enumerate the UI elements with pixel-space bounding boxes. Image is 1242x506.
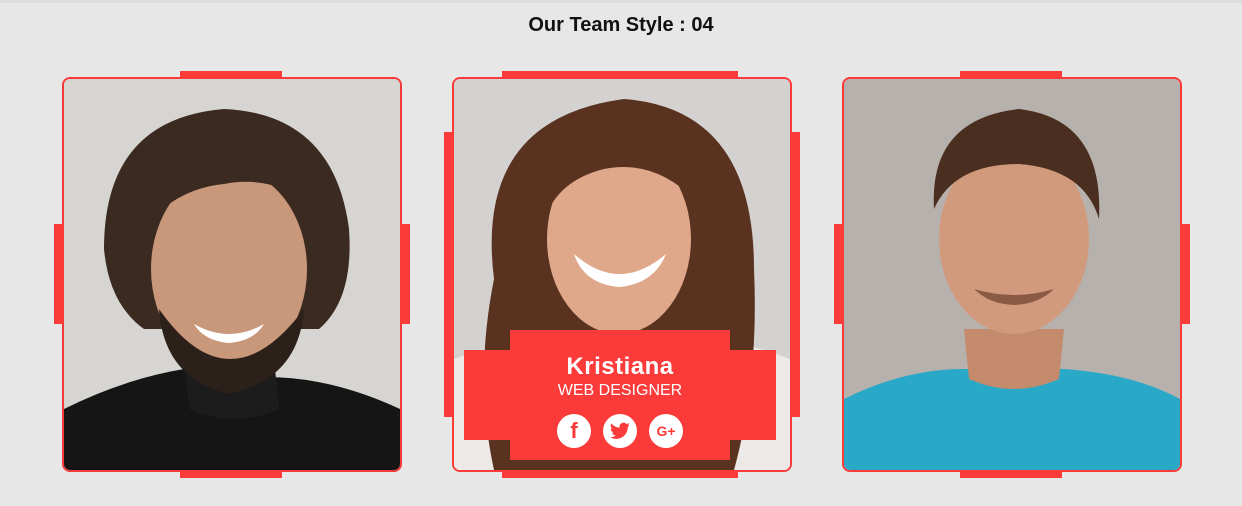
team-card-3[interactable]	[834, 71, 1190, 478]
member-photo	[64, 79, 400, 470]
team-card-1[interactable]	[54, 71, 410, 478]
facebook-icon[interactable]: f	[557, 414, 591, 448]
card-accent-left	[54, 224, 62, 324]
card-accent-right	[402, 224, 410, 324]
card-accent-left	[444, 132, 452, 417]
google-plus-icon[interactable]: G+	[649, 414, 683, 448]
card-frame	[62, 77, 402, 472]
member-photo	[844, 79, 1180, 470]
team-card-2[interactable]: Kristiana WEB DESIGNER f G+	[444, 71, 800, 478]
page-title: Our Team Style : 04	[528, 14, 714, 36]
member-role: WEB DESIGNER	[557, 382, 683, 399]
card-frame	[842, 77, 1182, 472]
card-accent-bottom	[180, 472, 282, 478]
social-links: f G+	[452, 414, 788, 448]
card-accent-right	[792, 132, 800, 417]
card-accent-bottom	[502, 472, 738, 478]
member-name: Kristiana	[566, 353, 674, 380]
twitter-icon[interactable]	[603, 414, 637, 448]
top-divider	[0, 0, 1242, 3]
member-info: Kristiana WEB DESIGNER	[464, 352, 776, 400]
card-accent-right	[1182, 224, 1190, 324]
card-accent-left	[834, 224, 842, 324]
card-accent-bottom	[960, 472, 1062, 478]
